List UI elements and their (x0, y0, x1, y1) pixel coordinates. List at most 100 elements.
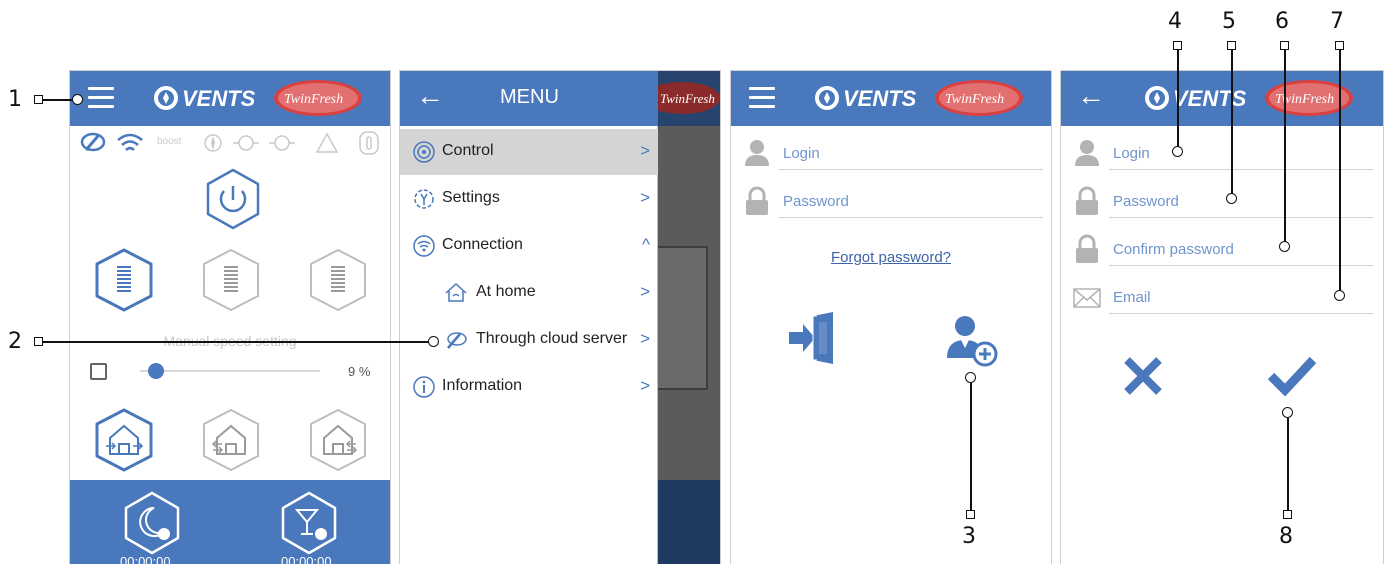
annotation-2: 2 (8, 329, 22, 354)
register-password-input[interactable] (1109, 190, 1373, 218)
annotation-6: 6 (1275, 9, 1289, 34)
filter-status-icon (233, 135, 259, 151)
speed-1-button[interactable] (93, 248, 155, 312)
annotation-marker (966, 510, 975, 519)
add-user-button[interactable] (943, 312, 999, 368)
register-login-field (1069, 134, 1373, 178)
annotation-3: 3 (962, 524, 976, 549)
menu-item-connection[interactable]: Connection ^ (400, 223, 658, 269)
speed-2-button[interactable] (200, 248, 262, 312)
annotation-4: 4 (1168, 9, 1182, 34)
lock-icon (1076, 234, 1098, 263)
user-icon (1075, 140, 1099, 166)
menu-item-at-home[interactable]: At home > (400, 270, 658, 316)
annotation-marker (1335, 41, 1344, 50)
annotation-line (43, 341, 429, 343)
annotation-line (1231, 50, 1233, 194)
login-screen: VENTS TwinFresh Forgot password? (731, 70, 1051, 564)
warning-status-icon (316, 132, 338, 153)
menu-item-label: Information (442, 377, 523, 394)
annotation-marker (1279, 241, 1290, 252)
fan-status-icon (204, 134, 222, 152)
envelope-icon (1073, 288, 1101, 308)
menu-item-information[interactable]: Information > (400, 364, 658, 410)
back-arrow-icon[interactable]: ← (416, 82, 444, 110)
annotation-marker (1280, 41, 1289, 50)
svg-text:VENTS: VENTS (1173, 86, 1247, 111)
main-control-screen: VENTS TwinFresh boost Manual speed setti… (70, 70, 390, 564)
menu-item-settings[interactable]: Settings > (400, 176, 658, 222)
info-icon (413, 376, 435, 398)
speed-slider-thumb[interactable] (148, 363, 165, 379)
boost-status-label: boost (157, 136, 182, 147)
svg-text:TwinFresh: TwinFresh (945, 92, 1004, 107)
confirm-button[interactable] (1267, 354, 1317, 398)
party-timer-button[interactable] (277, 490, 341, 556)
mode-ventilation-button[interactable] (93, 408, 155, 472)
annotation-line (43, 99, 73, 101)
night-timer-button[interactable] (120, 490, 184, 556)
dimmed-app-bar: TwinFresh (658, 70, 720, 126)
back-arrow-icon[interactable]: ← (1077, 82, 1105, 110)
app-bar: ← VENTS TwinFresh (1061, 70, 1383, 126)
password-field (739, 182, 1043, 226)
menu-item-label: Settings (442, 189, 500, 206)
wifi-status-icon (117, 133, 143, 151)
confirm-password-input[interactable] (1109, 238, 1373, 266)
vents-twinfresh-logo: VENTS TwinFresh (815, 80, 1023, 116)
register-password-field (1069, 182, 1373, 226)
login-input[interactable] (779, 142, 1043, 170)
chevron-right-icon: > (640, 329, 650, 348)
speed-3-button[interactable] (307, 248, 369, 312)
mode-supply-button[interactable] (307, 408, 369, 472)
vents-twinfresh-logo: VENTS TwinFresh (1145, 80, 1353, 116)
cancel-button[interactable] (1121, 354, 1165, 398)
party-timer-value: 00:00:00 (281, 554, 332, 564)
annotation-1: 1 (8, 87, 22, 112)
menu-screen: TwinFresh ← MENU Control > Settings > Co… (400, 70, 720, 564)
annotation-marker (34, 95, 43, 104)
annotation-marker (965, 372, 976, 383)
annotation-line (1339, 50, 1341, 291)
chevron-right-icon: > (640, 188, 650, 207)
control-icon (413, 141, 435, 163)
wifi-icon (413, 235, 435, 257)
dimmed-panel (658, 246, 708, 390)
svg-text:TwinFresh: TwinFresh (660, 91, 715, 106)
menu-item-label: At home (476, 283, 536, 300)
sign-in-button[interactable] (785, 310, 841, 366)
hamburger-menu-icon[interactable] (88, 87, 114, 109)
mode-recovery-button[interactable] (200, 408, 262, 472)
annotation-8: 8 (1279, 524, 1293, 549)
home-icon (445, 282, 467, 302)
speed-slider-track[interactable] (140, 370, 320, 372)
annotation-7: 7 (1330, 9, 1344, 34)
hamburger-menu-icon[interactable] (749, 87, 775, 109)
app-bar: VENTS TwinFresh (731, 70, 1051, 126)
login-field (739, 134, 1043, 178)
menu-item-control[interactable]: Control > (400, 129, 658, 175)
forgot-password-link[interactable]: Forgot password? (731, 249, 1051, 266)
annotation-line (1284, 50, 1286, 242)
chevron-up-icon: ^ (642, 235, 650, 254)
svg-text:VENTS: VENTS (182, 86, 256, 111)
annotation-5: 5 (1222, 9, 1236, 34)
settings-icon (414, 189, 434, 209)
email-input[interactable] (1109, 286, 1373, 314)
app-bar: VENTS TwinFresh (70, 70, 390, 126)
chevron-right-icon: > (640, 282, 650, 301)
email-field (1069, 278, 1373, 322)
lock-icon (746, 186, 768, 215)
password-input[interactable] (779, 190, 1043, 218)
cloud-status-icon (80, 132, 106, 152)
annotation-marker (1173, 41, 1182, 50)
annotation-marker (1226, 193, 1237, 204)
svg-text:TwinFresh: TwinFresh (284, 92, 343, 107)
annotation-marker (34, 337, 43, 346)
annotation-marker (1227, 41, 1236, 50)
register-login-input[interactable] (1109, 142, 1373, 170)
manual-speed-checkbox[interactable] (90, 363, 107, 380)
dimmed-logo: TwinFresh (658, 82, 720, 114)
power-button[interactable] (201, 167, 265, 231)
chevron-right-icon: > (640, 376, 650, 395)
